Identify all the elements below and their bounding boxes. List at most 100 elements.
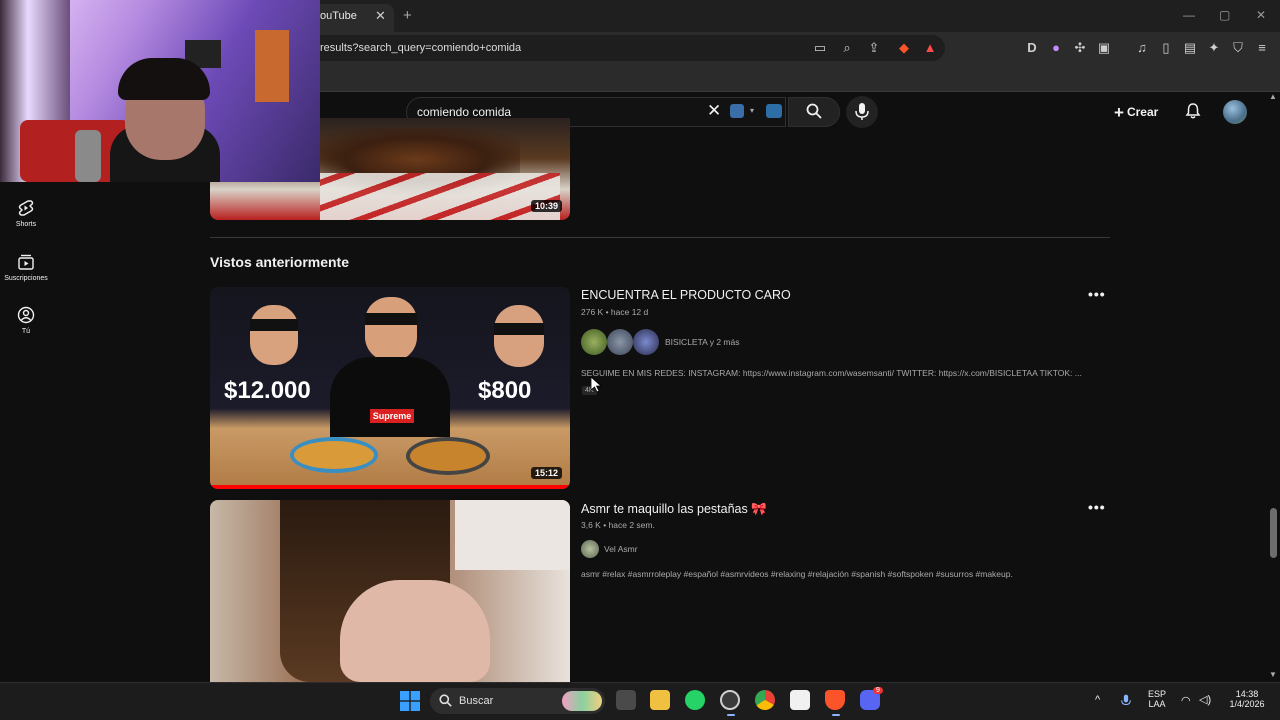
video-meta: 3,6 K • hace 2 sem. [581, 520, 655, 530]
whatsapp-icon[interactable] [685, 690, 705, 710]
thumb-price-left: $12.000 [224, 377, 311, 404]
obs-icon[interactable] [720, 690, 740, 710]
mic-tray-icon[interactable] [1121, 694, 1131, 708]
streamer-hair-image [118, 58, 210, 100]
taskbar-search-label: Buscar [459, 695, 494, 707]
create-button[interactable]: + Crear [1114, 103, 1158, 123]
active-app-indicator [832, 714, 840, 716]
scrollbar-thumb[interactable] [1270, 508, 1277, 558]
channel-name[interactable]: Vel Asmr [604, 544, 638, 554]
menu-icon[interactable]: ≡ [1254, 40, 1270, 55]
language-top: ESP [1147, 689, 1166, 699]
video-title[interactable]: ENCUENTRA EL PRODUCTO CARO [581, 288, 791, 302]
channel-avatar[interactable] [581, 540, 599, 558]
channel-avatar[interactable] [633, 329, 659, 355]
sidebar-item-subscriptions[interactable]: Suscripciones [0, 253, 52, 282]
search-highlight-image [562, 691, 602, 711]
vpn-icon[interactable]: ⛉ [1230, 40, 1246, 56]
account-avatar[interactable] [1223, 100, 1247, 124]
person-left-image [250, 305, 298, 365]
page-scrollbar[interactable] [1268, 92, 1280, 682]
dropdown-arrow-icon[interactable]: ▾ [750, 106, 754, 115]
sidebar-item-label: Tú [21, 328, 31, 335]
poster-image [255, 30, 289, 102]
you-icon [17, 306, 35, 324]
share-icon[interactable]: ⇪ [866, 40, 882, 56]
capcut-icon[interactable] [790, 690, 810, 710]
channel-avatar[interactable] [607, 329, 633, 355]
video-thumbnail[interactable] [210, 500, 570, 682]
subscriptions-icon [18, 254, 34, 270]
file-explorer-icon[interactable] [650, 690, 670, 710]
video-description: SEGUIME EN MIS REDES: INSTAGRAM: https:/… [581, 368, 1082, 378]
blindfold-image [250, 319, 298, 331]
background-wall-image [455, 500, 570, 570]
maximize-button[interactable]: ▢ [1219, 8, 1230, 22]
zoom-icon[interactable]: ⌕ [839, 40, 855, 56]
tab-close-icon[interactable]: ✕ [375, 8, 386, 24]
more-options-button[interactable]: ••• [1088, 499, 1106, 515]
sidebar-icon[interactable]: ▯ [1158, 40, 1174, 56]
wallet-icon[interactable]: ▤ [1182, 40, 1198, 56]
clock[interactable]: 14:38 1/4/2026 [1226, 689, 1268, 709]
extension-r-icon[interactable]: ● [1048, 40, 1064, 55]
bottle-image [75, 130, 101, 182]
new-tab-button[interactable]: + [403, 7, 412, 24]
mic-icon[interactable] [855, 103, 869, 121]
section-title: Vistos anteriormente [210, 254, 350, 270]
scroll-down-icon[interactable]: ▼ [1269, 670, 1277, 679]
search-icon[interactable] [806, 103, 822, 119]
active-app-indicator [727, 714, 735, 716]
language-indicator[interactable]: ESP LAA [1146, 689, 1168, 709]
video-title[interactable]: Asmr te maquillo las pestañas 🎀 [581, 502, 767, 517]
notifications-icon[interactable] [1185, 103, 1201, 119]
shirt-image [330, 357, 450, 437]
cast-icon[interactable]: ▭ [812, 40, 828, 56]
wifi-icon[interactable]: ◠ [1181, 694, 1191, 707]
sidebar-item-shorts[interactable]: Shorts [0, 199, 52, 228]
video-duration: 10:39 [530, 200, 562, 212]
media-icon[interactable]: ♫ [1134, 40, 1150, 55]
blindfold-image [494, 323, 544, 335]
close-window-button[interactable]: ✕ [1256, 8, 1266, 22]
sidebar-item-label: Shorts [15, 221, 37, 228]
webcam-overlay [0, 0, 320, 182]
search-extension-icon[interactable] [766, 104, 782, 118]
scroll-up-icon[interactable]: ▲ [1269, 92, 1277, 101]
channel-name[interactable]: BISICLETA y 2 más [665, 337, 739, 347]
language-bottom: LAA [1148, 699, 1166, 709]
windows-start-icon[interactable] [400, 691, 420, 711]
clear-search-icon[interactable]: ✕ [707, 101, 721, 121]
more-options-button[interactable]: ••• [1088, 286, 1106, 302]
address-bar-url[interactable]: results?search_query=comiendo+comida [320, 42, 521, 54]
minimize-button[interactable]: — [1183, 8, 1195, 22]
channel-avatar[interactable] [581, 329, 607, 355]
shorts-icon [18, 200, 34, 216]
create-label: Crear [1126, 105, 1159, 119]
section-divider [210, 237, 1110, 238]
tab-title[interactable]: ouTube [320, 10, 357, 22]
supreme-logo: Supreme [370, 409, 414, 423]
sidebar-item-you[interactable]: Tú [0, 306, 52, 335]
task-view-icon[interactable] [616, 690, 636, 710]
brave-rewards-icon[interactable]: ▲ [922, 40, 938, 55]
brave-icon[interactable] [825, 690, 845, 710]
empanada-plate-image [290, 437, 378, 473]
tab-manager-icon[interactable]: ▣ [1096, 40, 1112, 56]
watch-progress-bar [210, 485, 570, 489]
extensions-icon[interactable]: ✣ [1072, 40, 1088, 56]
tray-chevron-icon[interactable]: ^ [1095, 694, 1100, 706]
food-paper-image [320, 173, 560, 220]
video-thumbnail[interactable]: Supreme $12.000 $800 15:12 [210, 287, 570, 489]
search-input-value[interactable]: comiendo comida [417, 105, 511, 119]
person-right-image [494, 305, 544, 367]
extension-d-icon[interactable]: D [1024, 40, 1040, 55]
leo-ai-icon[interactable]: ✦ [1206, 40, 1222, 56]
translate-extension-icon[interactable] [730, 104, 744, 118]
video-meta: 276 K • hace 12 d [581, 307, 649, 317]
mouse-cursor-icon [591, 377, 602, 393]
blindfold-image [365, 313, 417, 325]
volume-icon[interactable]: ◁) [1199, 693, 1211, 706]
brave-shield-icon[interactable]: ◆ [896, 40, 912, 56]
chrome-icon[interactable] [755, 690, 775, 710]
